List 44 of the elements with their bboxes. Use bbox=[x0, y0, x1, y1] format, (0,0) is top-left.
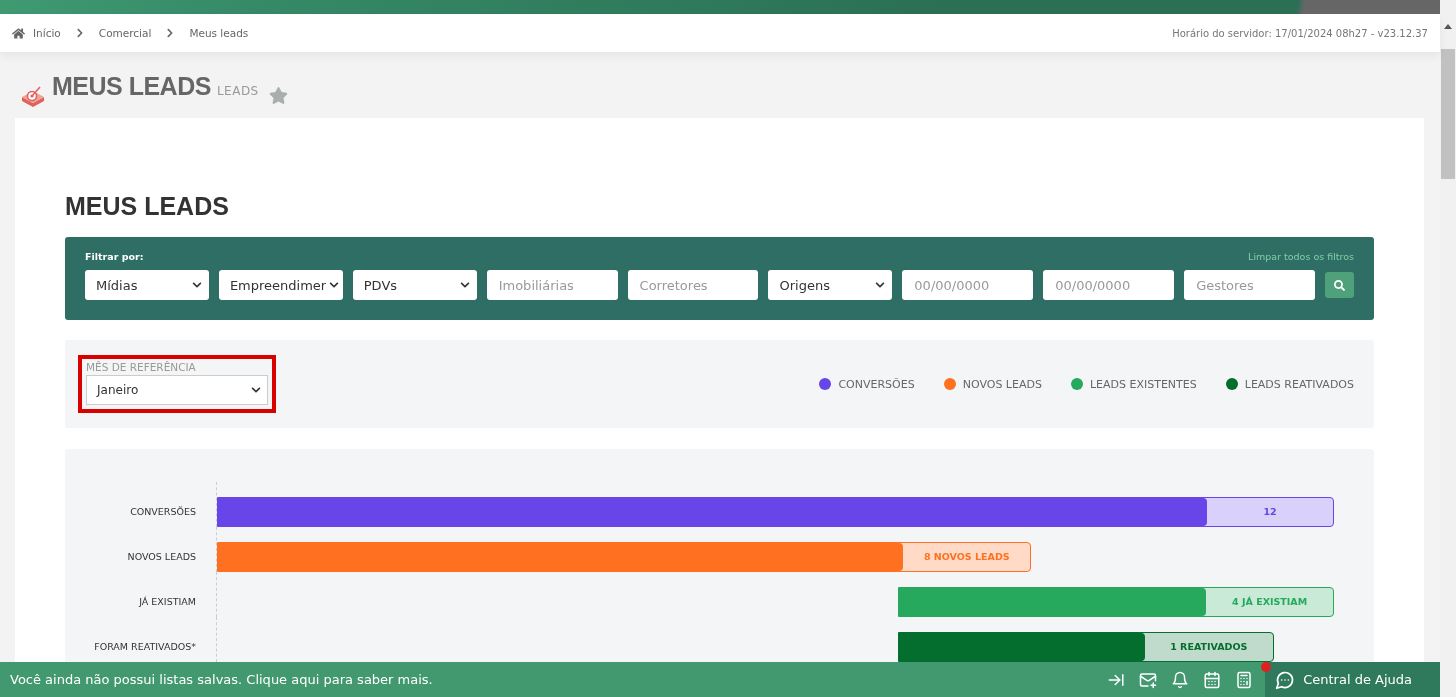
legend-label: LEADS REATIVADOS bbox=[1244, 377, 1354, 391]
section-title: MEUS LEADS bbox=[65, 192, 230, 221]
filter-label: Filtrar por: bbox=[85, 251, 144, 262]
funnel-label: CONVERSÕES bbox=[129, 506, 197, 517]
legend-label: LEADS EXISTENTES bbox=[1089, 377, 1197, 391]
page-title: MEUS LEADS bbox=[52, 72, 211, 101]
funnel-bar: 4 JÁ EXISTIAM bbox=[898, 586, 1334, 617]
bell-icon[interactable] bbox=[1171, 670, 1190, 689]
legend-label: CONVERSÕES bbox=[838, 377, 915, 391]
chevron-down-icon bbox=[251, 385, 261, 395]
search-icon bbox=[1334, 279, 1345, 291]
star-icon[interactable] bbox=[268, 85, 288, 105]
month-select[interactable]: Janeiro bbox=[86, 375, 268, 405]
mail-plus-icon[interactable] bbox=[1139, 670, 1158, 689]
clear-filters-link[interactable]: Limpar todos os filtros bbox=[1248, 251, 1354, 262]
filter-input[interactable]: 00/00/0000 bbox=[902, 270, 1034, 300]
month-label: MÊS DE REFERÊNCIA bbox=[86, 361, 197, 373]
filter-select[interactable]: Origens bbox=[768, 270, 893, 300]
home-icon bbox=[12, 26, 25, 40]
filter-select[interactable]: PDVs bbox=[352, 270, 477, 300]
funnel-bar: 8 NOVOS LEADS bbox=[217, 541, 1032, 572]
search-button[interactable] bbox=[1325, 272, 1354, 298]
funnel-label: FORAM REATIVADOS* bbox=[93, 641, 197, 652]
filter-input[interactable]: Corretores bbox=[627, 270, 759, 300]
filter-select[interactable]: Empreendimer bbox=[218, 270, 343, 300]
filter-input[interactable]: 00/00/0000 bbox=[1043, 270, 1175, 300]
filter-select[interactable]: Mídias bbox=[85, 270, 209, 300]
saved-lists-message[interactable]: Você ainda não possui listas salvas. Clique aqui para saber mais. bbox=[10, 672, 433, 687]
filter-input[interactable]: Imobiliárias bbox=[486, 270, 618, 300]
breadcrumb-link[interactable]: Meus leads bbox=[189, 27, 249, 39]
server-time: Horário do servidor: 17/01/2024 08h27 - v23.12.37 bbox=[1172, 27, 1428, 39]
funnel-label: NOVOS LEADS bbox=[126, 551, 197, 562]
legend-label: NOVOS LEADS bbox=[962, 377, 1042, 391]
funnel-bar: 12 bbox=[217, 496, 1334, 527]
breadcrumb-link[interactable]: Início bbox=[33, 27, 61, 39]
chevron-icon bbox=[74, 28, 85, 38]
filter-input[interactable]: Gestores bbox=[1184, 270, 1315, 300]
page-subtitle: LEADS bbox=[216, 84, 259, 98]
calendar-icon[interactable] bbox=[1203, 670, 1222, 689]
funnel-label: JÁ EXISTIAM bbox=[137, 596, 197, 607]
breadcrumb-link[interactable]: Comercial bbox=[98, 27, 152, 39]
chat-bubble-icon bbox=[1275, 669, 1296, 690]
calculator-icon[interactable] bbox=[1235, 670, 1254, 689]
funnel-bar: 1 REATIVADOS bbox=[898, 631, 1274, 662]
